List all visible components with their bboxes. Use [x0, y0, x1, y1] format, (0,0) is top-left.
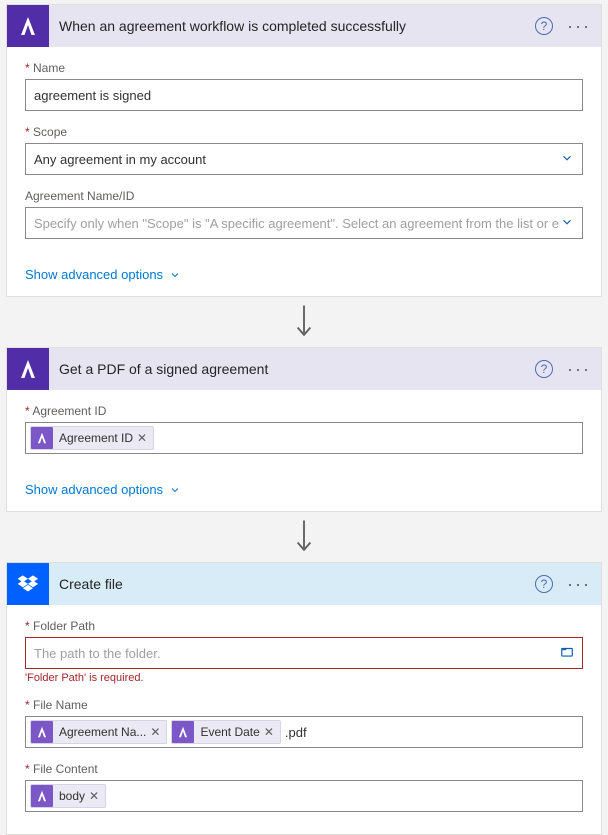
file-content-input[interactable]: body ✕: [25, 780, 583, 812]
flow-arrow-icon: [0, 518, 608, 556]
remove-token-icon[interactable]: ✕: [137, 431, 147, 445]
remove-token-icon[interactable]: ✕: [89, 789, 99, 803]
token-agreement-name[interactable]: Agreement Na... ✕: [30, 720, 167, 744]
remove-token-icon[interactable]: ✕: [150, 725, 160, 739]
trigger-header[interactable]: When an agreement workflow is completed …: [7, 5, 601, 47]
action-title: Get a PDF of a signed agreement: [59, 361, 535, 377]
more-icon[interactable]: ···: [567, 17, 591, 35]
folder-path-input[interactable]: The path to the folder.: [25, 637, 583, 669]
chevron-down-icon: [169, 484, 181, 496]
name-input[interactable]: agreement is signed: [25, 79, 583, 111]
action-header[interactable]: Get a PDF of a signed agreement ? ···: [7, 348, 601, 390]
adobe-sign-icon: [31, 427, 53, 449]
scope-select[interactable]: Any agreement in my account: [25, 143, 583, 175]
help-icon[interactable]: ?: [535, 17, 553, 35]
agreement-id-input[interactable]: Agreement ID ✕: [25, 422, 583, 454]
help-icon[interactable]: ?: [535, 575, 553, 593]
file-name-label: File Name: [25, 698, 583, 712]
agreement-label: Agreement Name/ID: [25, 189, 583, 203]
trigger-card: When an agreement workflow is completed …: [6, 4, 602, 297]
show-advanced-link[interactable]: Show advanced options: [25, 267, 583, 282]
file-name-input[interactable]: Agreement Na... ✕ Event Date ✕ .pdf: [25, 716, 583, 748]
token-agreement-id[interactable]: Agreement ID ✕: [30, 426, 154, 450]
trigger-title: When an agreement workflow is completed …: [59, 18, 535, 34]
folder-picker-icon[interactable]: [560, 645, 574, 662]
dropbox-icon: [7, 563, 49, 605]
folder-path-error: 'Folder Path' is required.: [25, 672, 583, 684]
agreement-select[interactable]: Specify only when "Scope" is "A specific…: [25, 207, 583, 239]
chevron-down-icon: [169, 269, 181, 281]
action-get-pdf-card: Get a PDF of a signed agreement ? ··· Ag…: [6, 347, 602, 512]
help-icon[interactable]: ?: [535, 360, 553, 378]
flow-arrow-icon: [0, 303, 608, 341]
more-icon[interactable]: ···: [567, 360, 591, 378]
folder-path-label: Folder Path: [25, 619, 583, 633]
scope-label: Scope: [25, 125, 583, 139]
show-advanced-link[interactable]: Show advanced options: [25, 482, 583, 497]
remove-token-icon[interactable]: ✕: [264, 725, 274, 739]
token-event-date[interactable]: Event Date ✕: [171, 720, 280, 744]
chevron-down-icon: [560, 151, 574, 168]
chevron-down-icon: [560, 215, 574, 232]
name-label: Name: [25, 61, 583, 75]
action-header[interactable]: Create file ? ···: [7, 563, 601, 605]
adobe-sign-icon: [7, 5, 49, 47]
action-title: Create file: [59, 576, 535, 592]
adobe-sign-icon: [172, 721, 194, 743]
file-content-label: File Content: [25, 762, 583, 776]
more-icon[interactable]: ···: [567, 575, 591, 593]
adobe-sign-icon: [31, 785, 53, 807]
adobe-sign-icon: [31, 721, 53, 743]
action-create-file-card: Create file ? ··· Folder Path The path t…: [6, 562, 602, 835]
token-body[interactable]: body ✕: [30, 784, 106, 808]
adobe-sign-icon: [7, 348, 49, 390]
agreement-id-label: Agreement ID: [25, 404, 583, 418]
